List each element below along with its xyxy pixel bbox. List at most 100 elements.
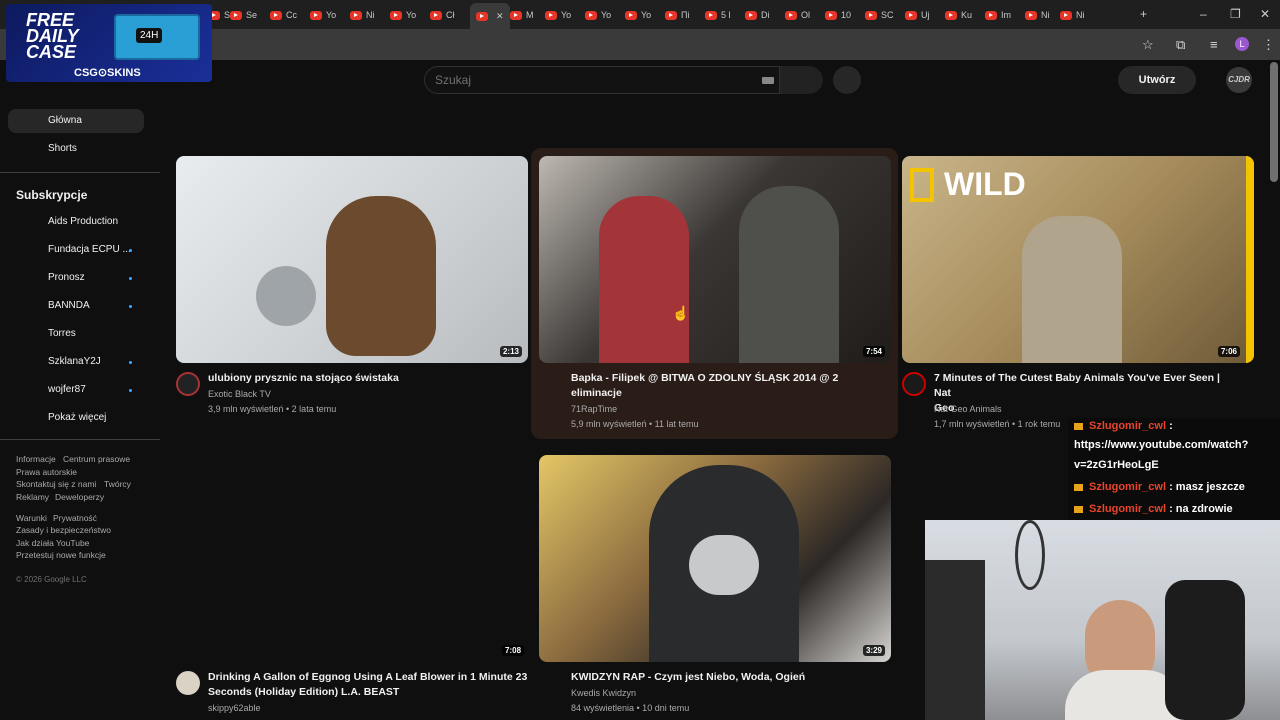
- browser-tab[interactable]: SC: [865, 6, 894, 24]
- minimize-icon[interactable]: –: [1200, 7, 1207, 21]
- youtube-favicon-icon: [905, 10, 917, 20]
- sidebar-item-subscription[interactable]: BANNDA: [48, 300, 90, 311]
- footer-link[interactable]: Twórcy: [104, 479, 131, 489]
- footer-link[interactable]: Przetestuj nowe funkcje: [16, 550, 106, 560]
- browser-tab[interactable]: Ni: [1025, 6, 1050, 24]
- video-thumbnail[interactable]: 2:13: [176, 156, 528, 363]
- footer-link[interactable]: Deweloperzy: [55, 492, 104, 502]
- promo-overlay: FREE DAILY CASE 24H CSG⊙SKINS: [6, 4, 212, 82]
- chat-message: v=2zG1rHeoLgE: [1074, 459, 1159, 471]
- search-input[interactable]: Szukaj: [424, 66, 780, 94]
- video-thumbnail[interactable]: 3:29: [539, 455, 891, 662]
- browser-tab[interactable]: Ol: [785, 6, 810, 24]
- video-meta: 3,9 mln wyświetleń • 2 lata temu: [208, 404, 337, 414]
- thumbnail-brand: WILD: [944, 166, 1026, 202]
- sidebar-item-home[interactable]: Główna: [8, 109, 144, 133]
- video-title[interactable]: ulubiony prysznic na stojąco świstaka: [208, 371, 399, 386]
- sidebar-item-subscription[interactable]: Torres: [48, 328, 76, 339]
- sidebar-item-subscription[interactable]: Aids Production: [48, 216, 118, 227]
- browser-tab[interactable]: Im: [985, 6, 1011, 24]
- channel-avatar[interactable]: [902, 372, 926, 396]
- footer-link[interactable]: Warunki: [16, 513, 47, 523]
- youtube-favicon-icon: [585, 10, 597, 20]
- footer-link[interactable]: Centrum prasowe: [63, 454, 130, 464]
- video-duration: 7:54: [862, 346, 885, 357]
- browser-tab[interactable]: Cł: [430, 6, 455, 24]
- video-thumbnail[interactable]: WILD 7:06: [902, 156, 1254, 363]
- browser-tab[interactable]: 5 l: [705, 6, 731, 24]
- video-title[interactable]: Bapka - Filipek @ BITWA O ZDOLNY ŚLĄSK 2…: [571, 371, 871, 401]
- browser-tab[interactable]: 10: [825, 6, 851, 24]
- maximize-icon[interactable]: ❐: [1230, 7, 1241, 21]
- youtube-favicon-icon: [625, 10, 637, 20]
- video-channel[interactable]: skippy62able: [208, 703, 261, 713]
- sidebar-divider: [0, 439, 160, 440]
- footer-link[interactable]: Prawa autorskie: [16, 467, 77, 477]
- bookmark-star-icon[interactable]: ☆: [1142, 37, 1154, 53]
- youtube-favicon-icon: [390, 10, 402, 20]
- sidebar-item-shorts[interactable]: Shorts: [8, 137, 144, 161]
- browser-tab[interactable]: Uj: [905, 6, 930, 24]
- channel-avatar[interactable]: [176, 372, 200, 396]
- close-window-icon[interactable]: ✕: [1260, 7, 1270, 21]
- tab-label: Пi: [681, 10, 690, 20]
- gaming-chair: [1165, 580, 1245, 720]
- show-more-button[interactable]: Pokaż więcej: [48, 412, 106, 423]
- account-avatar[interactable]: CJDR: [1226, 67, 1252, 93]
- footer-link[interactable]: Informacje: [16, 454, 56, 464]
- youtube-favicon-icon: [985, 10, 997, 20]
- keyboard-icon[interactable]: [762, 77, 774, 84]
- browser-tab[interactable]: Пi: [665, 6, 689, 24]
- sidebar-item-subscription[interactable]: wojfer87: [48, 384, 86, 395]
- voice-search-button[interactable]: [833, 66, 861, 94]
- browser-tab[interactable]: Yo: [390, 6, 416, 24]
- video-title[interactable]: Drinking A Gallon of Eggnog Using A Leaf…: [208, 670, 528, 700]
- youtube-favicon-icon: [1060, 10, 1072, 20]
- video-duration: 3:29: [862, 645, 885, 656]
- sidebar-item-subscription[interactable]: Pronosz: [48, 272, 85, 283]
- page-scrollbar[interactable]: [1270, 62, 1278, 182]
- browser-menu-icon[interactable]: ⋮: [1262, 37, 1275, 53]
- browser-tab[interactable]: Yo: [310, 6, 336, 24]
- new-tab-button[interactable]: +: [1140, 7, 1147, 21]
- browser-tab[interactable]: Ni: [350, 6, 375, 24]
- footer-link[interactable]: Jak działa YouTube: [16, 538, 89, 548]
- search-button[interactable]: [780, 66, 823, 94]
- footer-link[interactable]: Reklamy: [16, 492, 49, 502]
- case-icon: 24H: [114, 14, 200, 60]
- browser-tab[interactable]: Ni: [1060, 6, 1085, 24]
- mouse-cursor-icon: ☝: [672, 305, 690, 321]
- subscriptions-heading[interactable]: Subskrypcje: [16, 188, 87, 202]
- media-control-icon[interactable]: ≡: [1210, 37, 1218, 52]
- video-channel[interactable]: Exotic Black TV: [208, 389, 271, 399]
- browser-tab[interactable]: Yo: [625, 6, 651, 24]
- close-tab-icon[interactable]: ✕: [496, 11, 504, 22]
- new-content-dot: [129, 389, 132, 392]
- video-thumbnail[interactable]: 7:54: [539, 156, 891, 363]
- browser-profile-avatar[interactable]: L: [1235, 37, 1249, 51]
- tab-label: 5 l: [721, 10, 731, 20]
- browser-tab[interactable]: Di: [745, 6, 770, 24]
- footer-link[interactable]: Zasady i bezpieczeństwo: [16, 525, 111, 535]
- sidebar-item-subscription[interactable]: SzklanaY2J: [48, 356, 101, 367]
- browser-tab[interactable]: Yo: [545, 6, 571, 24]
- video-channel[interactable]: Nat Geo Animals: [934, 404, 1002, 414]
- video-channel[interactable]: 71RapTime: [571, 404, 617, 414]
- browser-tab[interactable]: Se: [230, 6, 257, 24]
- sidebar-item-subscription[interactable]: Fundacja ECPU ...: [48, 244, 131, 255]
- youtube-favicon-icon: [705, 10, 717, 20]
- browser-tab[interactable]: M: [510, 6, 534, 24]
- channel-avatar[interactable]: [176, 671, 200, 695]
- browser-tab[interactable]: Yo: [585, 6, 611, 24]
- browser-tab[interactable]: Ku: [945, 6, 972, 24]
- chat-message: Szlugomir_cwl :: [1074, 416, 1173, 436]
- browser-tab[interactable]: ✕: [470, 3, 510, 29]
- video-title[interactable]: KWIDZYN RAP - Czym jest Niebo, Woda, Ogi…: [571, 670, 805, 685]
- browser-tab[interactable]: Cc: [270, 6, 297, 24]
- create-button[interactable]: Utwórz: [1118, 66, 1196, 94]
- stream-chat-overlay: Szlugomir_cwl : https://www.youtube.com/…: [1068, 418, 1280, 520]
- video-channel[interactable]: Kwedis Kwidzyn: [571, 688, 636, 698]
- footer-link[interactable]: Prywatność: [53, 513, 97, 523]
- extensions-icon[interactable]: ⧉: [1176, 37, 1185, 53]
- footer-link[interactable]: Skontaktuj się z nami: [16, 479, 96, 489]
